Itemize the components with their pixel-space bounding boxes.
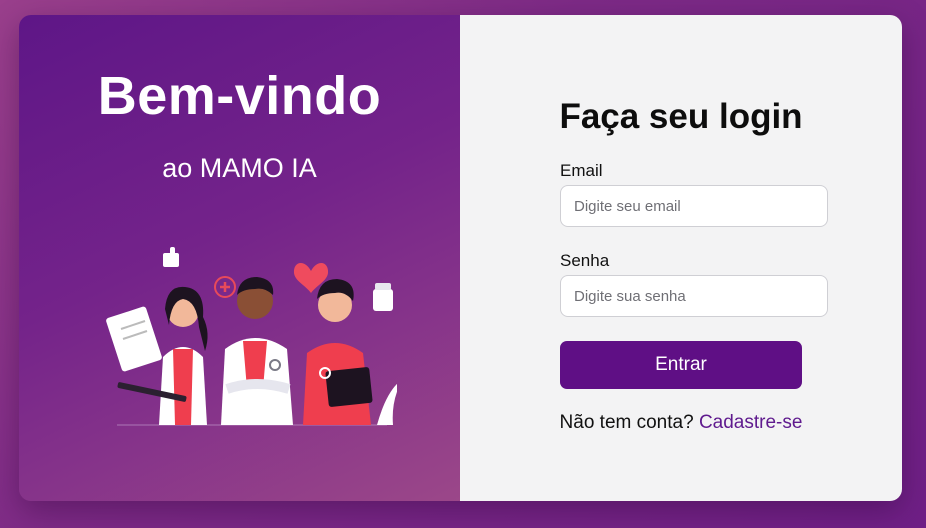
pill-bottle-icon xyxy=(373,283,393,311)
login-title: Faça seu login xyxy=(559,97,803,136)
welcome-panel: Bem-vindo ao MAMO IA xyxy=(19,15,460,501)
doctor-male-figure xyxy=(221,277,293,425)
no-account-text: Não tem conta? xyxy=(559,412,694,433)
signup-prompt: Não tem conta? Cadastre-se xyxy=(460,412,902,434)
plus-icon xyxy=(214,276,236,298)
login-submit-button[interactable]: Entrar xyxy=(560,341,802,389)
welcome-subtitle: ao MAMO IA xyxy=(162,153,317,183)
plant-decoration xyxy=(377,384,397,425)
signup-link[interactable]: Cadastre-se xyxy=(699,412,803,433)
thumbs-up-icon xyxy=(163,247,179,267)
medical-team-illustration xyxy=(106,247,397,426)
login-panel: Faça seu login Email Senha Entrar Não te… xyxy=(460,15,902,501)
nurse-figure xyxy=(303,279,373,425)
password-label: Senha xyxy=(560,251,610,270)
login-card: Bem-vindo ao MAMO IA Faça seu login Emai… xyxy=(19,15,902,501)
clipboard-icon xyxy=(106,306,162,372)
email-field[interactable] xyxy=(560,185,828,227)
email-label: Email xyxy=(560,161,603,180)
welcome-title: Bem-vindo xyxy=(97,66,382,126)
password-field[interactable] xyxy=(560,275,828,317)
